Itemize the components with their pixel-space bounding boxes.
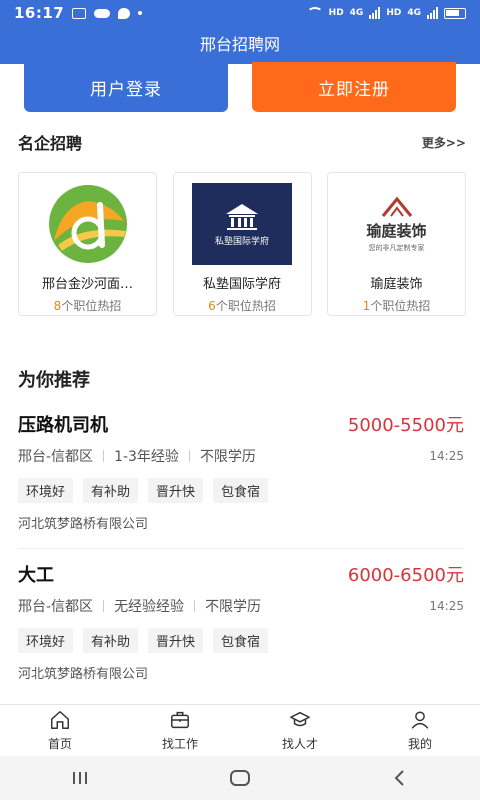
company-card[interactable]: 邢台金沙河面… 8个职位热招 bbox=[18, 172, 157, 316]
company-name: 私塾国际学府 bbox=[202, 277, 281, 292]
page-title: 邢台招聘网 bbox=[0, 26, 480, 64]
job-experience: 无经验经验 bbox=[114, 599, 185, 615]
job-tag: 有补助 bbox=[83, 478, 139, 503]
divider bbox=[103, 450, 105, 462]
bottom-tab-bar: 首页 找工作 找人才 我的 bbox=[0, 704, 480, 756]
gallery-icon bbox=[72, 7, 87, 19]
job-salary: 6000-6500元 bbox=[347, 565, 464, 586]
company-job-count: 8个职位热招 bbox=[53, 299, 122, 313]
job-meta: 邢台-信都区 无经验经验 不限学历 14:25 bbox=[18, 596, 464, 616]
job-tag: 包食宿 bbox=[213, 478, 269, 503]
job-title: 大工 bbox=[18, 565, 54, 586]
job-tag: 环境好 bbox=[18, 628, 74, 653]
user-icon bbox=[411, 711, 429, 729]
job-tag: 有补助 bbox=[83, 628, 139, 653]
divider bbox=[194, 600, 196, 612]
auth-buttons: 用户登录 立即注册 bbox=[24, 62, 456, 112]
network-label-4: 4G bbox=[407, 8, 421, 18]
house-icon bbox=[381, 196, 412, 217]
job-experience: 1-3年经验 bbox=[114, 449, 179, 465]
job-company: 河北筑梦路桥有限公司 bbox=[18, 667, 149, 682]
job-tag: 晋升快 bbox=[148, 628, 204, 653]
network-label-2: 4G bbox=[349, 8, 364, 18]
status-bar: 16:17 HD 4G HD 4G bbox=[0, 0, 480, 26]
wifi-icon bbox=[306, 7, 323, 19]
tab-home[interactable]: 首页 bbox=[0, 705, 120, 756]
company-logo: 瑜庭装饰 您的非凡定制专家 bbox=[347, 183, 447, 265]
job-title: 压路机司机 bbox=[18, 415, 108, 436]
graduation-cap-icon bbox=[290, 711, 310, 727]
company-card[interactable]: 瑜庭装饰 您的非凡定制专家 瑜庭装饰 1个职位热招 bbox=[327, 172, 466, 316]
school-building-icon bbox=[226, 203, 258, 230]
company-job-count: 6个职位热招 bbox=[208, 299, 276, 313]
job-education: 不限学历 bbox=[199, 449, 256, 465]
jinshahe-logo-icon bbox=[48, 185, 127, 263]
job-location: 邢台-信都区 bbox=[18, 449, 94, 465]
job-meta: 邢台-信都区 1-3年经验 不限学历 14:25 bbox=[18, 446, 464, 466]
tab-find-job[interactable]: 找工作 bbox=[120, 705, 240, 756]
recommend-section-title: 为你推荐 bbox=[18, 370, 90, 391]
more-companies-link[interactable]: 更多>> bbox=[422, 134, 466, 151]
home-nav-button[interactable] bbox=[210, 763, 270, 793]
job-company: 河北筑梦路桥有限公司 bbox=[18, 517, 149, 532]
home-nav-icon bbox=[230, 770, 250, 786]
job-tags: 环境好 有补助 晋升快 包食宿 bbox=[18, 478, 464, 503]
job-time: 14:25 bbox=[429, 599, 464, 613]
tab-label: 找人才 bbox=[281, 737, 318, 751]
logo-subtext: 您的非凡定制专家 bbox=[368, 243, 425, 252]
job-tag: 包食宿 bbox=[213, 628, 269, 653]
tab-label: 我的 bbox=[407, 737, 432, 751]
company-job-count: 1个职位热招 bbox=[362, 299, 431, 313]
job-location: 邢台-信都区 bbox=[18, 599, 94, 615]
back-button[interactable] bbox=[370, 763, 430, 793]
job-tag: 晋升快 bbox=[148, 478, 204, 503]
recent-apps-icon bbox=[73, 772, 87, 784]
companies-section-header: 名企招聘 更多>> bbox=[18, 130, 466, 154]
tab-label: 首页 bbox=[47, 737, 72, 751]
company-card[interactable]: 私塾国际学府 私塾国际学府 6个职位热招 bbox=[172, 172, 312, 316]
status-time: 16:17 bbox=[14, 4, 65, 22]
companies-section-title: 名企招聘 bbox=[18, 134, 83, 153]
company-logo bbox=[38, 183, 138, 265]
message-icon bbox=[118, 7, 131, 19]
divider bbox=[188, 450, 190, 462]
signal-icon-2 bbox=[427, 7, 438, 19]
job-tag: 环境好 bbox=[18, 478, 74, 503]
list-divider bbox=[18, 548, 464, 549]
register-button[interactable]: 立即注册 bbox=[252, 62, 456, 112]
company-name: 瑜庭装饰 bbox=[370, 277, 423, 292]
briefcase-icon bbox=[171, 711, 189, 729]
back-icon bbox=[394, 770, 404, 786]
recent-apps-button[interactable] bbox=[50, 763, 110, 793]
tab-find-talent[interactable]: 找人才 bbox=[240, 705, 360, 756]
home-icon bbox=[51, 711, 69, 729]
job-time: 14:25 bbox=[429, 449, 464, 463]
company-name: 邢台金沙河面… bbox=[41, 277, 133, 292]
cloud-icon bbox=[94, 8, 111, 18]
job-item[interactable]: 压路机司机 5000-5500元 邢台-信都区 1-3年经验 不限学历 14:2… bbox=[18, 410, 464, 532]
network-label-3: HD bbox=[386, 8, 402, 18]
divider bbox=[103, 600, 105, 612]
job-item[interactable]: 大工 6000-6500元 邢台-信都区 无经验经验 不限学历 14:25 环境… bbox=[18, 560, 464, 682]
system-nav-bar bbox=[0, 756, 480, 800]
job-salary: 5000-5500元 bbox=[347, 415, 464, 436]
battery-icon bbox=[444, 7, 466, 19]
job-tags: 环境好 有补助 晋升快 包食宿 bbox=[18, 628, 464, 653]
signal-icon-1 bbox=[369, 7, 381, 19]
job-education: 不限学历 bbox=[205, 599, 262, 615]
logo-text: 瑜庭装饰 bbox=[366, 221, 427, 240]
tab-label: 找工作 bbox=[161, 737, 198, 751]
logo-text: 私塾国际学府 bbox=[214, 236, 269, 247]
company-logo: 私塾国际学府 bbox=[192, 183, 292, 265]
login-button[interactable]: 用户登录 bbox=[24, 62, 228, 112]
company-list: 邢台金沙河面… 8个职位热招 私塾国际学府 私塾国际学府 6个职位热招 瑜庭装饰… bbox=[18, 172, 466, 316]
tab-mine[interactable]: 我的 bbox=[360, 705, 480, 756]
network-label-1: HD bbox=[328, 8, 344, 18]
notification-dot-icon bbox=[138, 11, 143, 15]
